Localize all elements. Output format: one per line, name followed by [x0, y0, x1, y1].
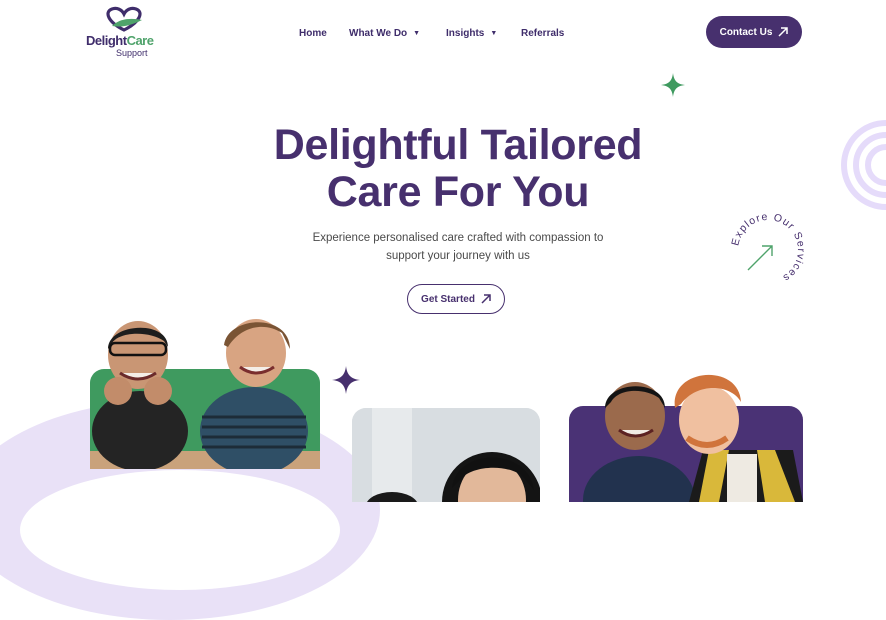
nav-item-referrals[interactable]: Referrals — [521, 26, 564, 40]
hero-subtitle-line1: Experience personalised care crafted wit… — [312, 232, 604, 244]
arrow-up-right-icon — [747, 245, 773, 271]
nav-item-label: What We Do — [349, 27, 408, 39]
brand-subtitle: Support — [116, 48, 148, 58]
nav-item-label: Referrals — [521, 27, 565, 39]
photo-card-two-men — [569, 368, 803, 502]
contact-us-button[interactable]: Contact Us — [706, 16, 802, 48]
hero-title-line2: Care For You — [326, 168, 590, 216]
arrow-up-right-icon — [481, 294, 491, 304]
concentric-rings-decoration — [841, 120, 886, 210]
hero-subtitle-line2: support your journey with us — [386, 250, 530, 262]
contact-us-label: Contact Us — [719, 26, 773, 38]
logo-heart-icon — [106, 6, 142, 32]
photo-people — [352, 408, 540, 502]
nav-item-label: Insights — [446, 27, 485, 39]
photo-card-portrait — [352, 408, 540, 502]
nav-item-home[interactable]: Home — [299, 26, 327, 40]
photo-people — [583, 374, 803, 502]
explore-services-badge[interactable]: Explore Our Services — [728, 210, 808, 290]
hero-title-line1: Delightful Tailored — [273, 121, 643, 169]
arrow-up-right-icon — [778, 27, 789, 37]
chevron-down-icon: ▼ — [490, 29, 498, 37]
brand-name: DelightCare — [86, 33, 154, 48]
sparkle-icon — [661, 73, 685, 97]
brand-logo[interactable]: DelightCare Support — [86, 6, 166, 58]
explore-badge-text: Explore Our Services — [729, 211, 807, 285]
nav-item-insights[interactable]: Insights ▼ — [446, 26, 497, 40]
background-white-blob — [20, 470, 340, 590]
photo-people — [90, 319, 320, 469]
get-started-button[interactable]: Get Started — [407, 284, 505, 314]
hero-title: Delightful Tailored Care For You — [200, 122, 716, 216]
get-started-label: Get Started — [421, 293, 475, 305]
chevron-down-icon: ▼ — [413, 29, 421, 37]
sparkle-icon — [332, 366, 360, 394]
photo-card-friends-table — [90, 313, 320, 469]
hero-subtitle: Experience personalised care crafted wit… — [290, 229, 626, 265]
nav-item-label: Home — [299, 27, 327, 39]
nav-item-what-we-do[interactable]: What We Do ▼ — [349, 26, 420, 40]
